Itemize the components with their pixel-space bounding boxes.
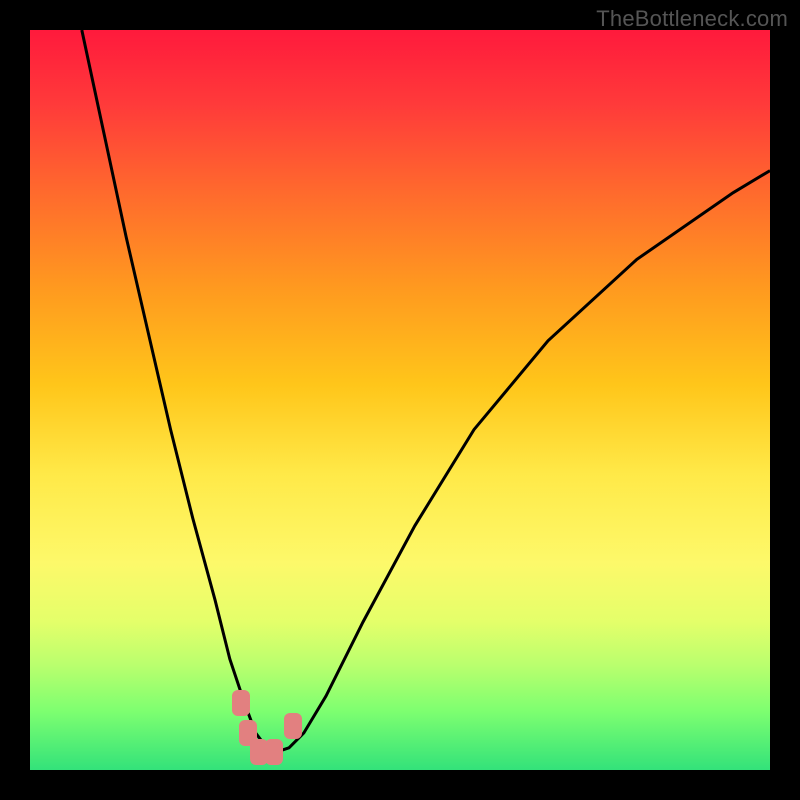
- marker-right: [284, 713, 302, 739]
- bottleneck-curve: [30, 30, 770, 770]
- chart-frame: TheBottleneck.com: [0, 0, 800, 800]
- curve-path: [82, 30, 770, 752]
- marker-left-top: [232, 690, 250, 716]
- marker-bottom-2: [265, 739, 283, 765]
- plot-area: [30, 30, 770, 770]
- watermark-text: TheBottleneck.com: [596, 6, 788, 32]
